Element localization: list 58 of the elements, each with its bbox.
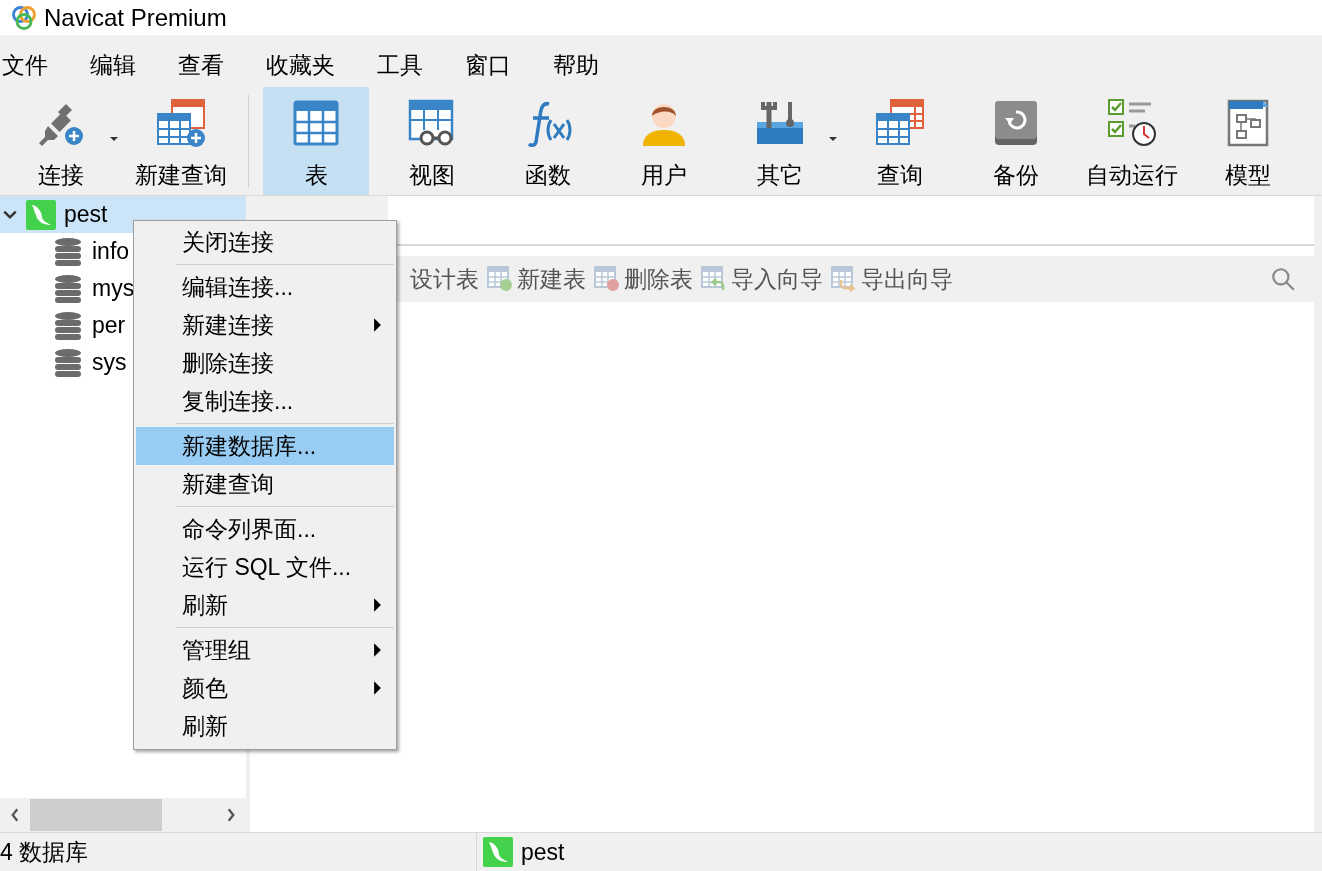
toolbar-button[interactable]: 新建表	[483, 263, 590, 295]
table-stack-icon	[875, 98, 925, 148]
menu-item[interactable]: 文件	[0, 49, 70, 81]
submenu-arrow-icon	[373, 597, 382, 613]
menu-item[interactable]: 查看	[176, 49, 246, 81]
submenu-arrow-icon	[373, 642, 382, 658]
toolbar-button[interactable]: 其它	[727, 87, 833, 195]
menu-item[interactable]: 颜色	[136, 669, 394, 707]
checklist-clock-icon	[1107, 98, 1157, 148]
menu-item[interactable]: 帮助	[551, 49, 621, 81]
menu-item[interactable]: 刷新	[136, 586, 394, 624]
menu-item[interactable]: 工具	[375, 49, 445, 81]
status-text: 4 数据库	[0, 837, 90, 867]
toolbar-button[interactable]: 视图	[379, 87, 485, 195]
window-title: Navicat Premium	[44, 3, 227, 32]
menu-item[interactable]: 刷新	[136, 707, 394, 745]
toolbar-button[interactable]: 备份	[963, 87, 1069, 195]
dolphin-icon	[483, 837, 513, 867]
menu-item[interactable]: 编辑连接...	[136, 268, 394, 306]
table-icon	[831, 266, 857, 292]
database-icon	[54, 310, 82, 341]
menu-item[interactable]: 新建数据库...	[136, 427, 394, 465]
toolbar-button[interactable]: 导出向导	[827, 263, 957, 295]
dolphin-icon	[26, 199, 56, 230]
toolbar-button[interactable]: 函数	[495, 87, 601, 195]
toolbar-button[interactable]: 表	[263, 87, 369, 195]
app-logo-icon	[10, 3, 38, 32]
menu-item[interactable]: 收藏夹	[264, 49, 357, 81]
search-icon[interactable]	[1270, 266, 1296, 292]
dropdown-arrow-icon[interactable]	[829, 137, 837, 141]
status-connection: pest	[521, 838, 565, 866]
toolbar-button[interactable]: 模型	[1195, 87, 1301, 195]
database-icon	[54, 273, 82, 304]
submenu-arrow-icon	[373, 317, 382, 333]
menu-item[interactable]: 新建查询	[136, 465, 394, 503]
toolbar-button[interactable]: 用户	[611, 87, 717, 195]
submenu-arrow-icon	[373, 680, 382, 696]
table-plus-icon	[156, 98, 206, 148]
menu-item[interactable]: 删除连接	[136, 344, 394, 382]
toolbar-button[interactable]: 新建查询	[128, 87, 234, 195]
menu-item[interactable]: 命令列界面...	[136, 510, 394, 548]
toolbar-button[interactable]: 自动运行	[1079, 87, 1185, 195]
toolbar-button[interactable]: 连接	[8, 87, 114, 195]
toolbar-button[interactable]: 设计表	[406, 263, 483, 295]
database-icon	[54, 347, 82, 378]
toolbar-button[interactable]: 导入向导	[697, 263, 827, 295]
scrollbar-thumb[interactable]	[30, 799, 162, 831]
toolbar-button[interactable]: 删除表	[590, 263, 697, 295]
menu-item[interactable]: 管理组	[136, 631, 394, 669]
database-icon	[54, 236, 82, 267]
menu-item[interactable]: 窗口	[463, 49, 533, 81]
toolbar-button[interactable]: 查询	[847, 87, 953, 195]
dropdown-arrow-icon[interactable]	[110, 137, 118, 141]
menu-item[interactable]: 运行 SQL 文件...	[136, 548, 394, 586]
menu-item[interactable]: 新建连接	[136, 306, 394, 344]
table-icon	[291, 98, 341, 148]
menu-item[interactable]: 编辑	[88, 49, 158, 81]
menu-item[interactable]: 复制连接...	[136, 382, 394, 420]
